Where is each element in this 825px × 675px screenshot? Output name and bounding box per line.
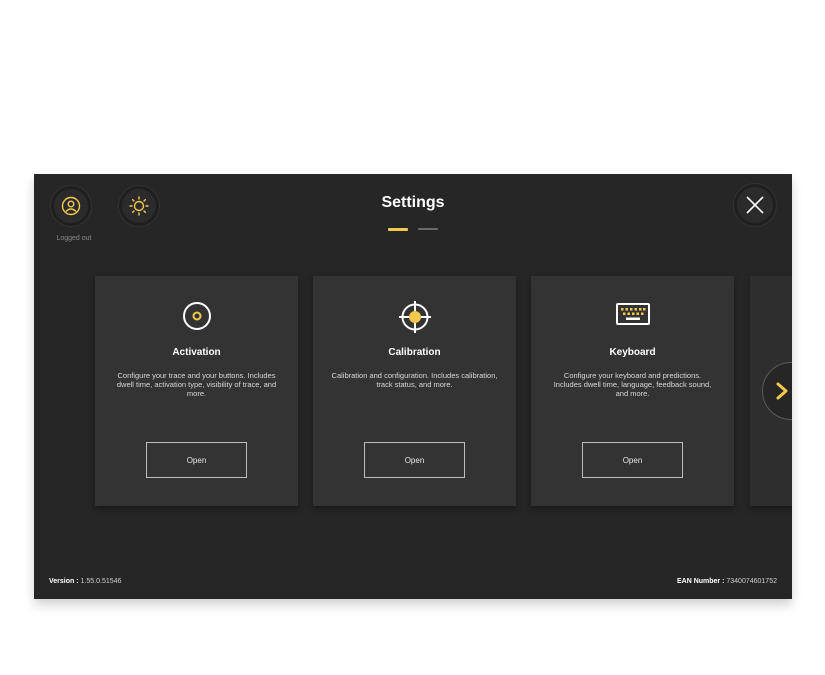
keyboard-icon: [531, 300, 734, 332]
page-title: Settings: [381, 194, 445, 211]
calibration-target-icon: [313, 300, 516, 333]
ean-info: EAN Number : 7340074601752: [677, 578, 777, 585]
ean-value: 7340074601752: [726, 578, 777, 585]
card-title: Keyboard: [609, 347, 656, 358]
card-keyboard: Keyboard Configure your keyboard and pre…: [531, 276, 734, 506]
ean-label: EAN Number :: [676, 578, 725, 585]
chevron-right-icon: [776, 382, 788, 400]
card-calibration: Calibration Calibration and configuratio…: [313, 276, 516, 506]
card-description: Configure your trace and your buttons. I…: [116, 371, 277, 398]
close-button[interactable]: [734, 184, 776, 226]
page-indicator-inactive: [418, 228, 438, 230]
page-indicator-active: [388, 228, 408, 231]
login-status: Logged out: [56, 235, 92, 242]
close-icon: [746, 196, 764, 214]
card-title: Activation: [172, 347, 221, 358]
version-label: Version :: [49, 578, 79, 585]
open-activation-button[interactable]: Open: [146, 442, 247, 478]
card-activation: Activation Configure your trace and your…: [95, 276, 298, 506]
version-value: 1.55.0.51546: [80, 578, 122, 585]
activation-icon: [95, 300, 298, 332]
version-info: Version : 1.55.0.51546: [49, 578, 121, 585]
card-description: Configure your keyboard and predictions.…: [553, 371, 712, 398]
settings-screen: Logged out Settings Activation Configure…: [34, 174, 792, 599]
open-keyboard-button[interactable]: Open: [582, 442, 683, 478]
open-calibration-button[interactable]: Open: [364, 442, 465, 478]
card-description: Calibration and configuration. Includes …: [331, 371, 498, 389]
card-title: Calibration: [388, 347, 441, 358]
